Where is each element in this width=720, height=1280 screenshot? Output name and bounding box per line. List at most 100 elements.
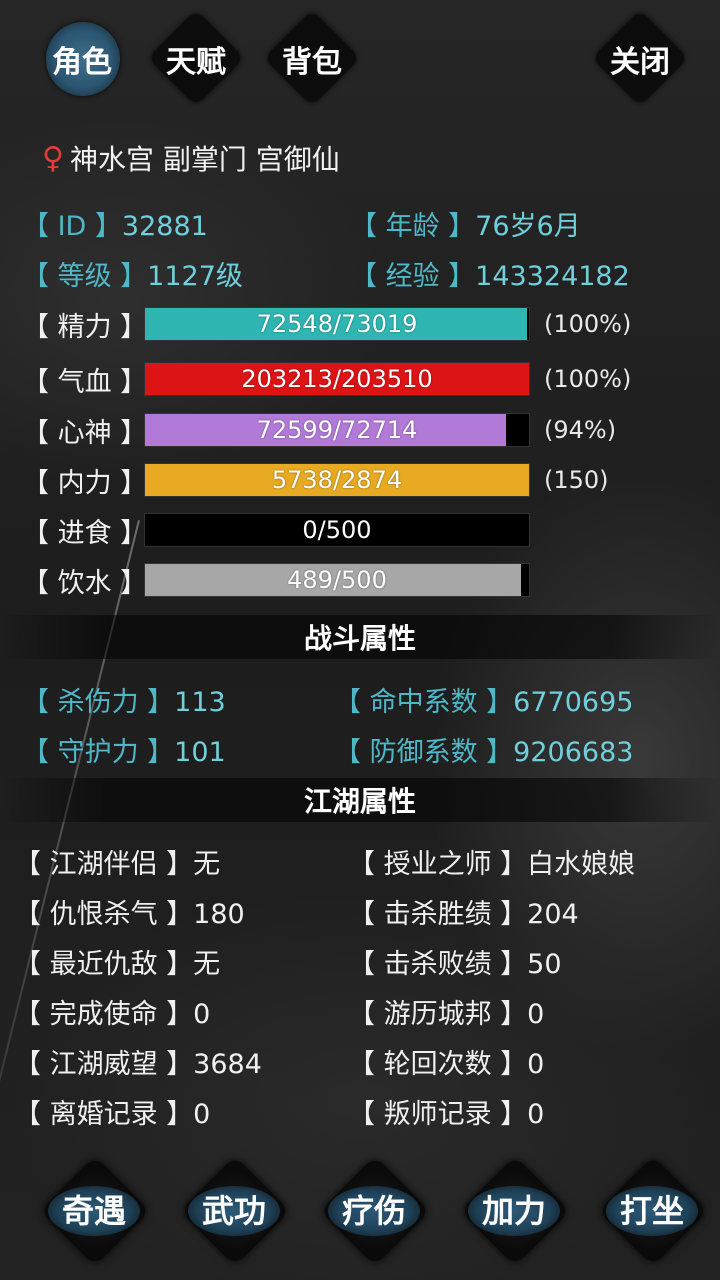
bar-value: 72599/72714 xyxy=(256,416,418,444)
stat-label: 【 授业之师 】 xyxy=(348,849,528,880)
hit-rate-label: 【 命中系数 】 xyxy=(334,687,514,718)
stat-label: 【 江湖伴侣 】 xyxy=(14,849,194,880)
bar-label: 【 饮水 】 xyxy=(22,567,148,599)
bar-value: 0/500 xyxy=(302,516,372,544)
exp-label: 【 经验 】 xyxy=(350,261,476,292)
stat-value: 0 xyxy=(193,999,211,1030)
button-label: 奇遇 xyxy=(61,1192,126,1230)
stat-label: 【 叛师记录 】 xyxy=(348,1099,528,1130)
bar-value: 489/500 xyxy=(287,566,387,594)
water-bar-row: 【 饮水 】 489/500 xyxy=(22,562,530,599)
inner-power-bar-row: 【 内力 】 5738/2874 (150) xyxy=(22,462,609,499)
meditate-button[interactable]: 打坐 xyxy=(592,1155,712,1270)
character-title: 神水宫 副掌门 宫御仙 xyxy=(69,143,340,176)
defense-value: 9206683 xyxy=(513,737,634,768)
tab-label: 角色 xyxy=(52,45,112,80)
jianghu-stat: 【 击杀败绩 】50 xyxy=(348,942,562,981)
stat-value: 0 xyxy=(527,1049,545,1080)
tab-label: 天赋 xyxy=(166,45,226,80)
kill-power-label: 【 杀伤力 】 xyxy=(22,687,175,718)
button-label: 武功 xyxy=(201,1192,266,1230)
jianghu-stat: 【 离婚记录 】0 xyxy=(14,1092,210,1131)
jianghu-stat: 【 轮回次数 】0 xyxy=(348,1042,544,1081)
defense-label: 【 防御系数 】 xyxy=(334,737,514,768)
exp-row: 【 经验 】143324182 xyxy=(350,254,630,293)
guard-power-row: 【 守护力 】101 xyxy=(22,730,226,769)
bar-percent: (94%) xyxy=(544,416,617,444)
close-label: 关闭 xyxy=(610,45,670,80)
close-button[interactable]: 关闭 xyxy=(591,9,689,107)
bar-label: 【 精力 】 xyxy=(22,311,148,343)
encounter-button[interactable]: 奇遇 xyxy=(34,1155,154,1270)
bar-percent: (100%) xyxy=(544,310,632,338)
stat-value: 180 xyxy=(193,899,245,930)
stat-label: 【 仇恨杀气 】 xyxy=(14,899,194,930)
tab-talent[interactable]: 天赋 xyxy=(147,9,245,107)
jianghu-stat: 【 江湖威望 】3684 xyxy=(14,1042,262,1081)
tab-character[interactable]: 角色 xyxy=(34,20,130,106)
bar-label: 【 心神 】 xyxy=(22,417,148,449)
jianghu-stat: 【 授业之师 】白水娘娘 xyxy=(348,842,635,881)
bar-label: 【 进食 】 xyxy=(22,517,148,549)
bar-label: 【 气血 】 xyxy=(22,366,148,398)
level-label: 【 等级 】 xyxy=(22,261,148,292)
stat-label: 【 击杀胜绩 】 xyxy=(348,899,528,930)
age-value: 76岁6月 xyxy=(475,211,581,242)
stat-value: 0 xyxy=(527,999,545,1030)
hit-rate-row: 【 命中系数 】6770695 xyxy=(334,680,633,719)
bar-value: 203213/203510 xyxy=(241,365,433,393)
kill-power-value: 113 xyxy=(174,687,226,718)
tab-inventory[interactable]: 背包 xyxy=(263,9,361,107)
stat-value: 0 xyxy=(193,1099,211,1130)
jianghu-stat: 【 江湖伴侣 】无 xyxy=(14,842,220,881)
combat-section-title: 战斗属性 xyxy=(0,615,720,659)
button-label: 加力 xyxy=(481,1192,546,1230)
stat-value: 50 xyxy=(527,949,562,980)
spirit-bar: 72599/72714 xyxy=(144,413,530,447)
guard-power-label: 【 守护力 】 xyxy=(22,737,175,768)
exp-value: 143324182 xyxy=(475,261,630,292)
jianghu-stat: 【 叛师记录 】0 xyxy=(348,1092,544,1131)
stamina-bar: 72548/73019 xyxy=(144,307,530,341)
health-bar-row: 【 气血 】 203213/203510 (100%) xyxy=(22,361,631,398)
inner-power-bar: 5738/2874 xyxy=(144,463,530,497)
section-title: 江湖属性 xyxy=(303,785,416,818)
jianghu-stat: 【 完成使命 】0 xyxy=(14,992,210,1031)
bar-percent: (100%) xyxy=(544,365,632,393)
jianghu-stat: 【 击杀胜绩 】204 xyxy=(348,892,579,931)
button-label: 打坐 xyxy=(619,1192,684,1230)
stat-label: 【 离婚记录 】 xyxy=(14,1099,194,1130)
character-identity: ♀ 神水宫 副掌门 宫御仙 xyxy=(42,138,340,178)
hit-rate-value: 6770695 xyxy=(513,687,634,718)
id-label: 【 ID 】 xyxy=(22,211,122,242)
food-bar-row: 【 进食 】 0/500 xyxy=(22,512,530,549)
stat-value: 无 xyxy=(193,849,221,880)
age-row: 【 年龄 】76岁6月 xyxy=(350,204,581,243)
stat-label: 【 完成使命 】 xyxy=(14,999,194,1030)
stat-value: 204 xyxy=(527,899,579,930)
kill-power-row: 【 杀伤力 】113 xyxy=(22,680,226,719)
female-symbol-icon: ♀ xyxy=(42,140,64,176)
guard-power-value: 101 xyxy=(174,737,226,768)
section-title: 战斗属性 xyxy=(303,622,416,655)
id-row: 【 ID 】32881 xyxy=(22,204,208,243)
stat-value: 3684 xyxy=(193,1049,262,1080)
stat-value: 无 xyxy=(193,949,221,980)
jianghu-stat: 【 仇恨杀气 】180 xyxy=(14,892,245,931)
spirit-bar-row: 【 心神 】 72599/72714 (94%) xyxy=(22,412,616,449)
jianghu-section-title: 江湖属性 xyxy=(0,778,720,822)
boost-button[interactable]: 加力 xyxy=(454,1155,574,1270)
bar-percent: (150) xyxy=(544,466,609,494)
age-label: 【 年龄 】 xyxy=(350,211,476,242)
level-value: 1127级 xyxy=(147,261,243,292)
stat-label: 【 轮回次数 】 xyxy=(348,1049,528,1080)
stat-value: 白水娘娘 xyxy=(527,849,636,880)
stat-label: 【 最近仇敌 】 xyxy=(14,949,194,980)
water-bar: 489/500 xyxy=(144,563,530,597)
tab-label: 背包 xyxy=(282,45,342,80)
defense-row: 【 防御系数 】9206683 xyxy=(334,730,633,769)
stamina-bar-row: 【 精力 】 72548/73019 (100%) xyxy=(22,306,631,343)
martial-arts-button[interactable]: 武功 xyxy=(174,1155,294,1270)
heal-button[interactable]: 疗伤 xyxy=(314,1155,434,1270)
health-bar: 203213/203510 xyxy=(144,362,530,396)
